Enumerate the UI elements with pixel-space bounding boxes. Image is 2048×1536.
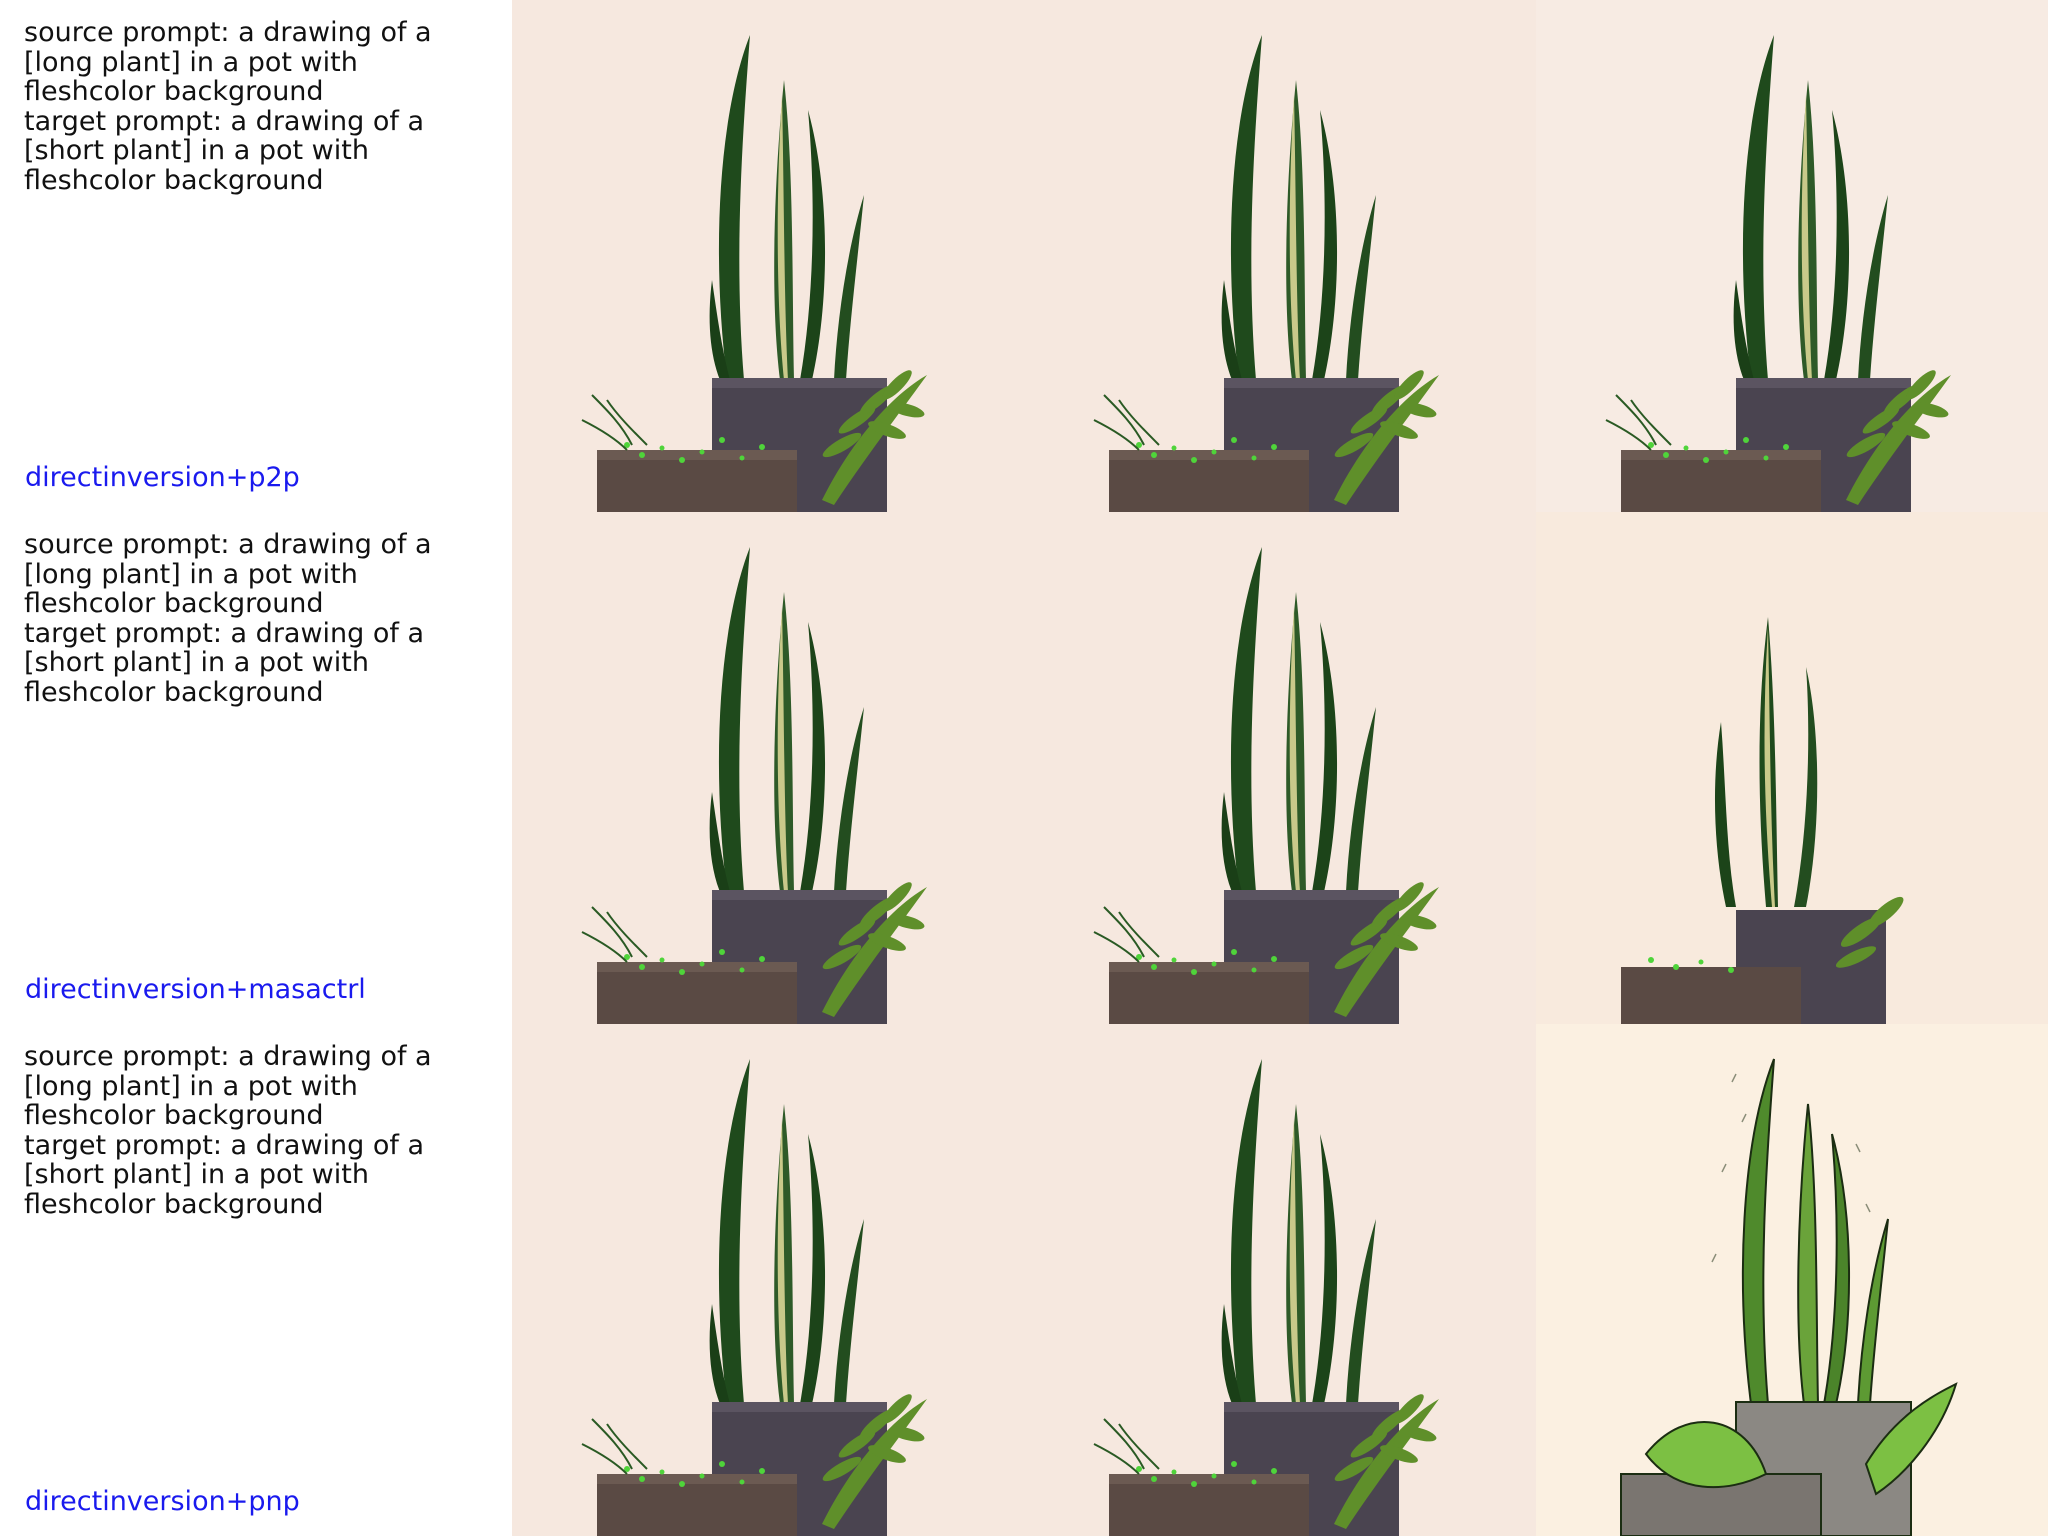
edited-image: [1536, 1024, 2048, 1536]
edited-image: [1536, 512, 2048, 1024]
comparison-row: source prompt: a drawing of a [long plan…: [0, 0, 2048, 512]
source-image: [512, 1024, 1024, 1536]
target-prompt: target prompt: a drawing of a [short pla…: [24, 105, 425, 196]
prompt-text: source prompt: a drawing of a [long plan…: [24, 18, 494, 195]
comparison-row: source prompt: a drawing of a [long plan…: [0, 512, 2048, 1024]
row-caption: source prompt: a drawing of a [long plan…: [0, 0, 512, 512]
reconstruction-image: [1024, 1024, 1536, 1536]
source-prompt: source prompt: a drawing of a [long plan…: [24, 529, 432, 619]
target-prompt: target prompt: a drawing of a [short pla…: [24, 1129, 425, 1220]
prompt-text: source prompt: a drawing of a [long plan…: [24, 1042, 494, 1219]
method-label: directinversion+pnp: [25, 1486, 300, 1517]
source-image: [512, 0, 1024, 512]
source-prompt: source prompt: a drawing of a [long plan…: [24, 17, 432, 107]
edited-image: [1536, 0, 2048, 512]
comparison-row: source prompt: a drawing of a [long plan…: [0, 1024, 2048, 1536]
comparison-grid: source prompt: a drawing of a [long plan…: [0, 0, 2048, 1536]
method-label: directinversion+p2p: [25, 462, 300, 493]
method-label: directinversion+masactrl: [25, 974, 366, 1005]
row-caption: source prompt: a drawing of a [long plan…: [0, 512, 512, 1024]
source-prompt: source prompt: a drawing of a [long plan…: [24, 1041, 432, 1131]
target-prompt: target prompt: a drawing of a [short pla…: [24, 617, 425, 708]
source-image: [512, 512, 1024, 1024]
reconstruction-image: [1024, 0, 1536, 512]
row-caption: source prompt: a drawing of a [long plan…: [0, 1024, 512, 1536]
reconstruction-image: [1024, 512, 1536, 1024]
prompt-text: source prompt: a drawing of a [long plan…: [24, 530, 494, 707]
